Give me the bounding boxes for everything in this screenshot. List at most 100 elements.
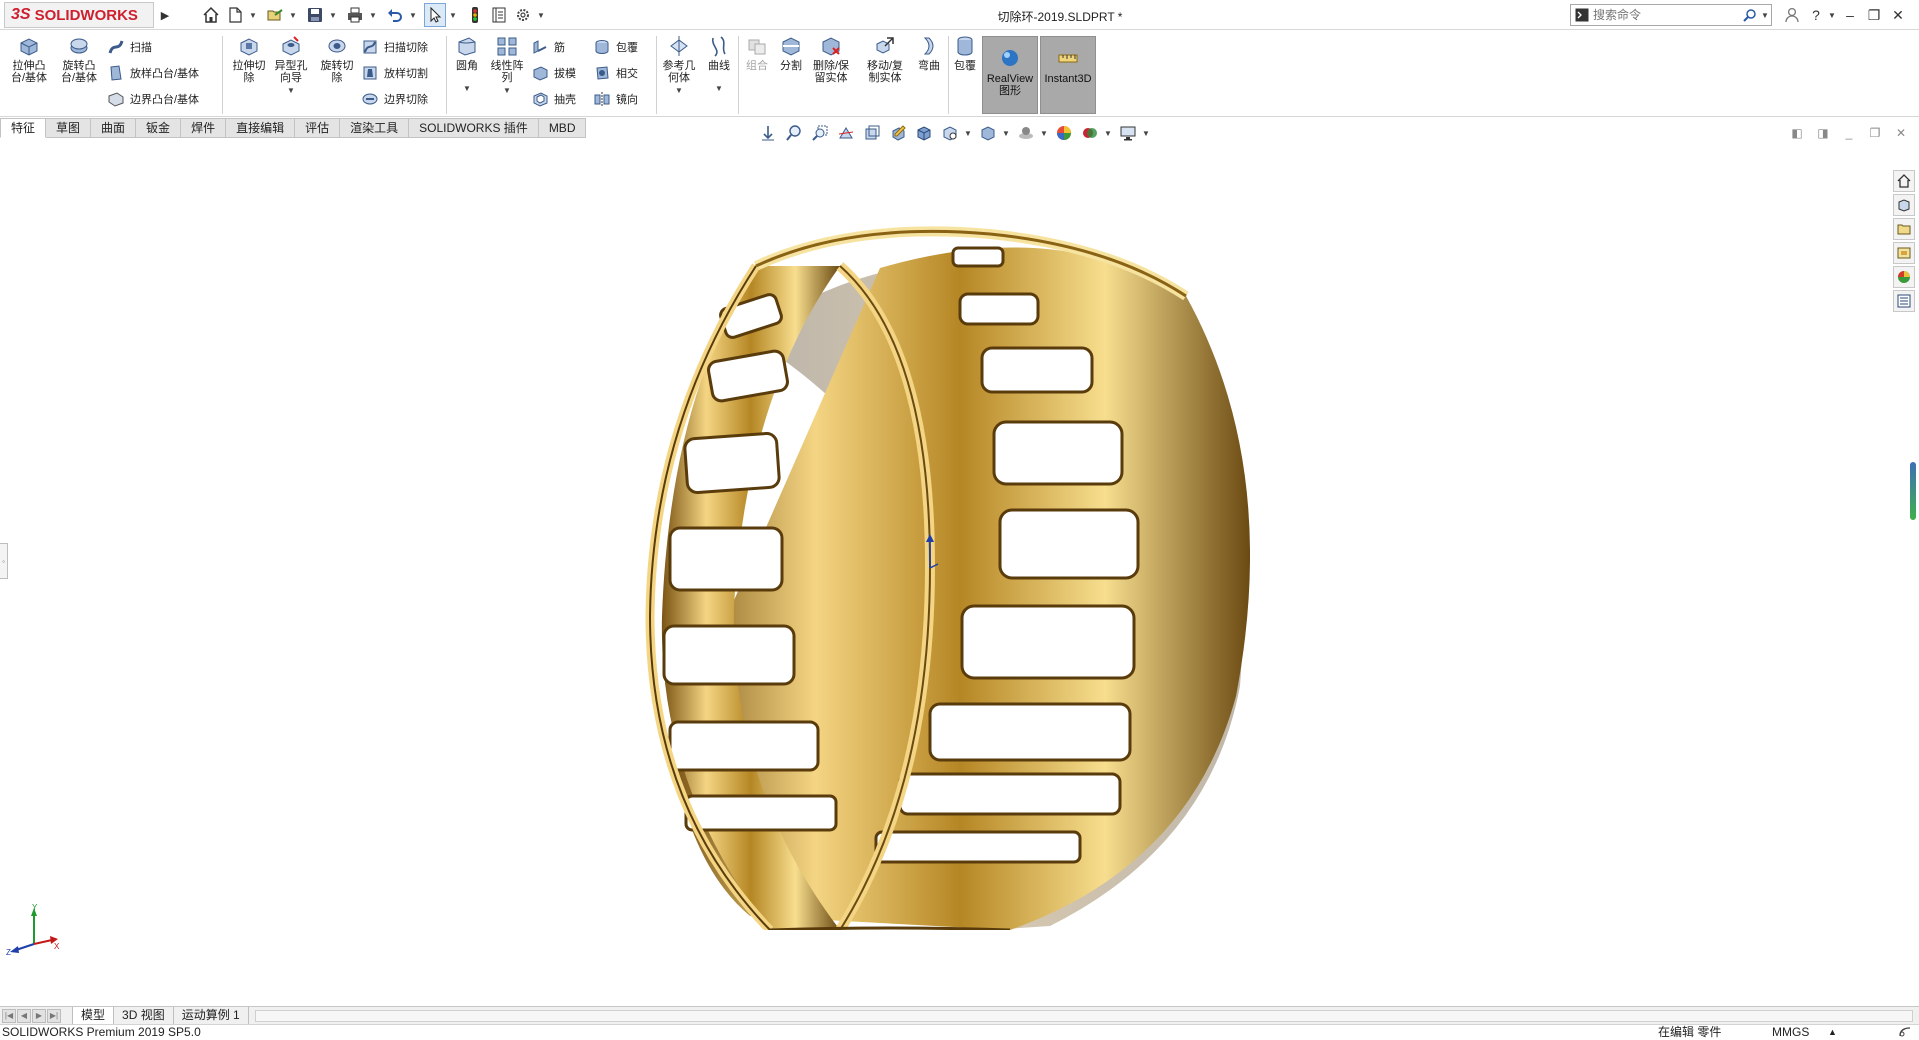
select-dropdown-icon[interactable]: ▼: [448, 3, 458, 27]
user-icon[interactable]: [1780, 4, 1804, 26]
new-dropdown-icon[interactable]: ▼: [248, 3, 258, 27]
print-dropdown-icon[interactable]: ▼: [368, 3, 378, 27]
extrude-boss-button[interactable]: 拉伸凸 台/基体: [6, 34, 52, 84]
doc-close-icon[interactable]: ✕: [1888, 124, 1914, 142]
select-arrow-icon[interactable]: [424, 3, 446, 27]
boundary-cut-button[interactable]: 边界切除: [360, 88, 428, 110]
tab-render-tools[interactable]: 渲染工具: [340, 118, 410, 138]
sweep-cut-button[interactable]: 扫描切除: [360, 36, 428, 58]
extrude-cut-button[interactable]: 拉伸切 除: [226, 34, 272, 84]
horizontal-scrollbar[interactable]: [254, 1009, 1913, 1022]
boundary-boss-button[interactable]: 边界凸台/基体: [106, 88, 199, 110]
appearances-scenes-icon[interactable]: [1893, 266, 1915, 288]
tab-sketch[interactable]: 草图: [46, 118, 92, 138]
solidworks-resources-icon[interactable]: [1893, 170, 1915, 192]
task-pane-scroll-indicator[interactable]: [1910, 462, 1916, 520]
hide-show-dropdown-icon[interactable]: ▼: [964, 129, 972, 138]
wrap-button[interactable]: 包覆: [592, 36, 638, 58]
linear-pattern-dropdown-icon[interactable]: ▼: [503, 86, 511, 95]
menu-flyout-arrow-icon[interactable]: ▶: [158, 6, 172, 24]
loft-cut-icon: [360, 63, 380, 83]
revolve-cut-button[interactable]: 旋转切 除: [314, 34, 360, 84]
design-library-icon[interactable]: [1893, 194, 1915, 216]
undo-dropdown-icon[interactable]: ▼: [408, 3, 418, 27]
save-dropdown-icon[interactable]: ▼: [328, 3, 338, 27]
tab-direct-editing[interactable]: 直接编辑: [226, 118, 296, 138]
loft-boss-button[interactable]: 放样凸台/基体: [106, 62, 199, 84]
open-dropdown-icon[interactable]: ▼: [288, 3, 298, 27]
intersect-button[interactable]: 相交: [592, 62, 638, 84]
customize-status-icon[interactable]: [1898, 1026, 1912, 1040]
open-icon[interactable]: [264, 3, 286, 27]
curves-dropdown-icon[interactable]: ▼: [715, 84, 723, 93]
move-copy-body-button[interactable]: 移动/复 制实体: [862, 34, 908, 84]
next-tab-arrow-icon[interactable]: ▶: [32, 1008, 46, 1023]
save-icon[interactable]: [304, 3, 326, 27]
file-properties-icon[interactable]: [488, 3, 510, 27]
tab-motion-study[interactable]: 运动算例 1: [174, 1006, 249, 1025]
gear-icon[interactable]: [512, 3, 534, 27]
reference-geometry-dropdown-icon[interactable]: ▼: [675, 86, 683, 95]
appearance-dropdown-icon[interactable]: ▼: [1002, 129, 1010, 138]
revolve-boss-button[interactable]: 旋转凸 台/基体: [56, 34, 102, 84]
linear-pattern-button[interactable]: 线性阵 列 ▼: [484, 34, 530, 95]
last-tab-arrow-icon[interactable]: ▶|: [47, 1008, 61, 1023]
options-dropdown-icon[interactable]: ▼: [536, 3, 546, 27]
loft-cut-button[interactable]: 放样切割: [360, 62, 428, 84]
hole-wizard-button[interactable]: 异型孔 向导 ▼: [268, 34, 314, 95]
first-tab-arrow-icon[interactable]: |◀: [2, 1008, 16, 1023]
mirror-button[interactable]: 镜向: [592, 88, 638, 110]
file-explorer-icon[interactable]: [1893, 218, 1915, 240]
tab-solidworks-addins[interactable]: SOLIDWORKS 插件: [409, 118, 539, 138]
tab-3d-views[interactable]: 3D 视图: [114, 1006, 174, 1025]
flex-icon: [916, 34, 942, 58]
tab-features[interactable]: 特征: [0, 118, 47, 138]
monitor-dropdown-icon[interactable]: ▼: [1142, 129, 1150, 138]
restore-icon[interactable]: ❐: [1862, 4, 1886, 26]
scene-dropdown-icon[interactable]: ▼: [1040, 129, 1048, 138]
tab-surfaces[interactable]: 曲面: [91, 118, 137, 138]
search-input[interactable]: [1593, 8, 1739, 22]
view-settings-dropdown-icon[interactable]: ▼: [1104, 129, 1112, 138]
draft-button[interactable]: 拔模: [530, 62, 576, 84]
tab-sheet-metal[interactable]: 钣金: [136, 118, 182, 138]
view-palette-icon[interactable]: [1893, 242, 1915, 264]
solidworks-logo-menu[interactable]: 3S SOLIDWORKS: [4, 2, 154, 28]
search-commands-box[interactable]: ▼: [1570, 4, 1772, 26]
cage-ring-model[interactable]: [630, 226, 1250, 930]
custom-properties-icon[interactable]: [1893, 290, 1915, 312]
fillet-dropdown-icon[interactable]: ▼: [463, 84, 471, 93]
realview-graphics-toggle[interactable]: RealView 图形: [982, 36, 1038, 114]
instant3d-toggle[interactable]: Instant3D: [1040, 36, 1096, 114]
undo-icon[interactable]: [384, 3, 406, 27]
new-document-icon[interactable]: [224, 3, 246, 27]
close-icon[interactable]: ✕: [1886, 4, 1910, 26]
search-dropdown-icon[interactable]: ▼: [1761, 11, 1771, 20]
editing-status: 在编辑 零件: [1658, 1025, 1722, 1039]
loft-cut-label: 放样切割: [384, 68, 428, 80]
help-icon[interactable]: ?: [1804, 4, 1828, 26]
print-icon[interactable]: [344, 3, 366, 27]
tab-mbd[interactable]: MBD: [538, 118, 587, 138]
unit-system[interactable]: MMGS: [1772, 1025, 1809, 1040]
fillet-label: 圆角: [456, 60, 478, 72]
sweep-button[interactable]: 扫描: [106, 36, 152, 58]
wrap-large-label: 包覆: [954, 60, 976, 72]
shell-button[interactable]: 抽壳: [530, 88, 576, 110]
search-icon[interactable]: [1739, 8, 1761, 22]
prev-tab-arrow-icon[interactable]: ◀: [17, 1008, 31, 1023]
boundary-boss-label: 边界凸台/基体: [130, 94, 200, 106]
traffic-light-icon[interactable]: [464, 3, 486, 27]
tab-model[interactable]: 模型: [72, 1006, 115, 1025]
tab-evaluate[interactable]: 评估: [295, 118, 341, 138]
rib-label: 筋: [554, 42, 565, 54]
minimize-icon[interactable]: –: [1838, 4, 1862, 26]
rib-button[interactable]: 筋: [530, 36, 565, 58]
tab-weldments[interactable]: 焊件: [181, 118, 227, 138]
help-dropdown-icon[interactable]: ▼: [1828, 11, 1838, 20]
delete-keep-body-button[interactable]: 删除/保 留实体: [808, 34, 854, 84]
unit-system-dropdown-icon[interactable]: ▲: [1828, 1025, 1837, 1040]
home-icon[interactable]: [200, 3, 222, 27]
draft-label: 拔模: [554, 68, 576, 80]
hole-wizard-dropdown-icon[interactable]: ▼: [287, 86, 295, 95]
